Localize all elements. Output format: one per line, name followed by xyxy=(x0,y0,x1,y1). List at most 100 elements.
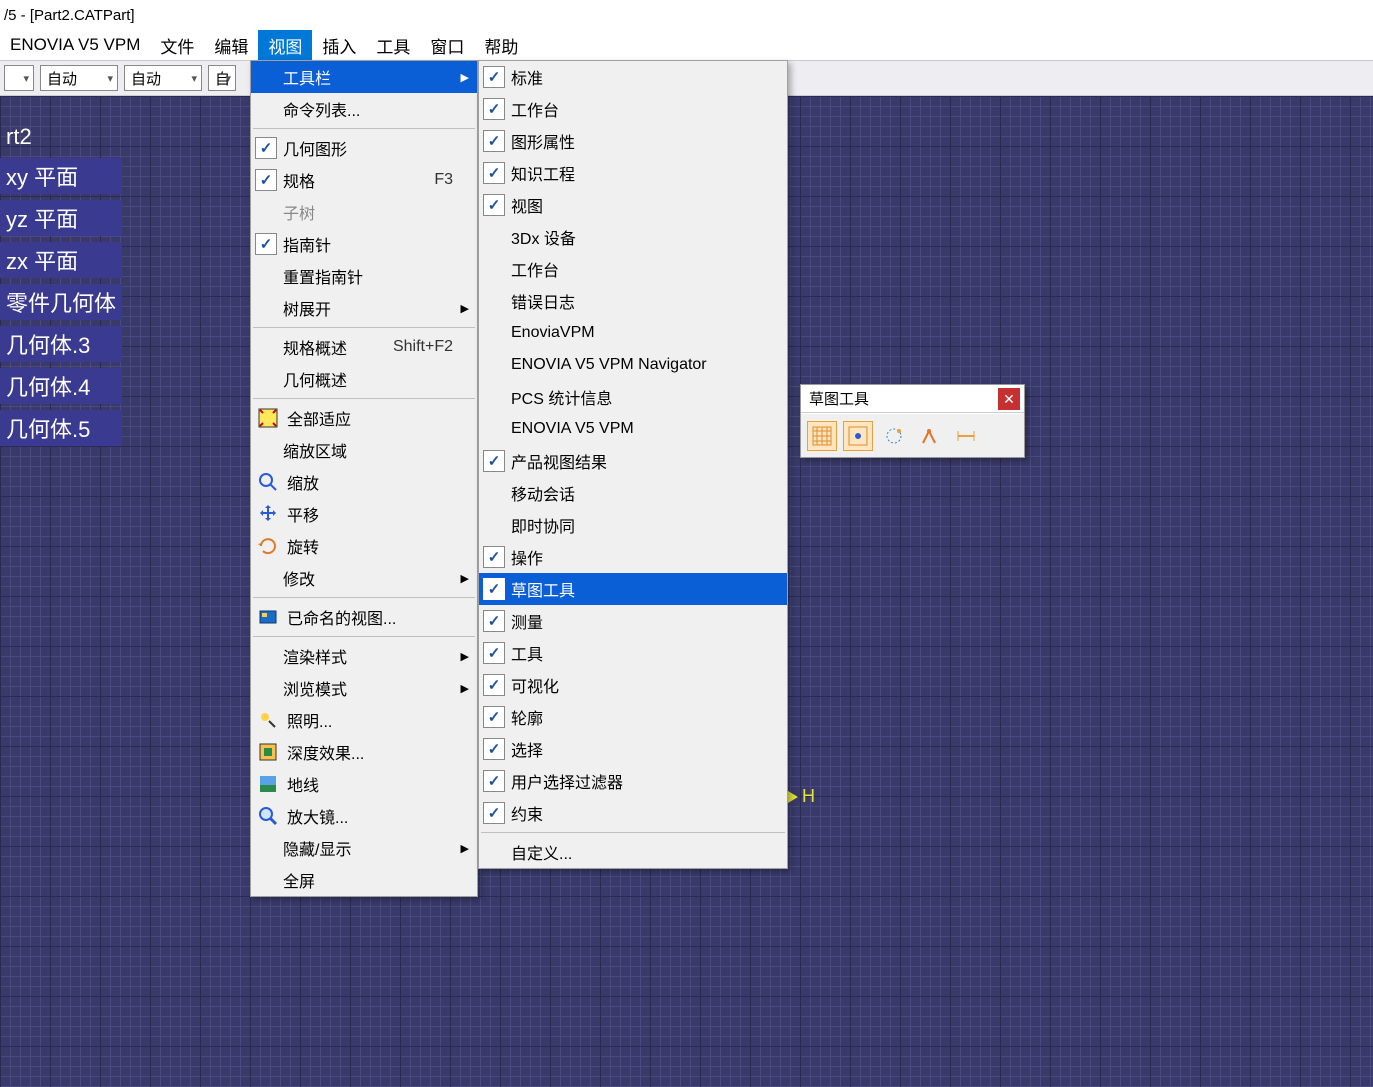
submenu-arrow-icon: ▶ xyxy=(461,682,469,695)
toolbars-menu-item[interactable]: 错误日志 xyxy=(479,285,787,317)
combo-1[interactable]: 自动 xyxy=(40,65,118,91)
view-menu-item[interactable]: 照明... xyxy=(251,704,477,736)
view-menu-item[interactable]: 平移 xyxy=(251,498,477,530)
check-icon: ✓ xyxy=(483,546,505,568)
view-menu-item[interactable]: 隐藏/显示▶ xyxy=(251,832,477,864)
menu-shortcut: Shift+F2 xyxy=(393,338,453,356)
view-menu-item[interactable]: 全屏 xyxy=(251,864,477,896)
view-menu-item[interactable]: 规格概述Shift+F2 xyxy=(251,331,477,363)
constraint-button[interactable] xyxy=(915,421,945,451)
tree-node[interactable]: xy 平面 xyxy=(0,158,122,194)
view-menu-item[interactable]: ✓规格F3 xyxy=(251,164,477,196)
toolbars-menu-item[interactable]: ✓选择 xyxy=(479,733,787,765)
tree-node[interactable]: 零件几何体 xyxy=(0,284,122,320)
tree-node[interactable]: yz 平面 xyxy=(0,200,122,236)
toolbars-menu-item[interactable]: ENOVIA V5 VPM Navigator xyxy=(479,349,787,381)
combo-3[interactable]: 自 xyxy=(208,65,236,91)
view-menu-item[interactable]: 重置指南针 xyxy=(251,260,477,292)
combo-2[interactable]: 自动 xyxy=(124,65,202,91)
menu-帮助[interactable]: 帮助 xyxy=(474,30,528,61)
menu-ENOVIA-V5-VPM[interactable]: ENOVIA V5 VPM xyxy=(0,32,150,58)
view-menu-item[interactable]: 全部适应 xyxy=(251,402,477,434)
toolbars-menu-item[interactable]: ✓约束 xyxy=(479,797,787,829)
toolbars-menu-item[interactable]: ✓工作台 xyxy=(479,93,787,125)
toolbars-menu-item[interactable]: PCS 统计信息 xyxy=(479,381,787,413)
toolbars-menu-item[interactable]: ✓草图工具 xyxy=(479,573,787,605)
view-menu-item[interactable]: 工具栏▶ xyxy=(251,61,477,93)
menu-item-label: 约束 xyxy=(511,801,787,825)
menu-窗口[interactable]: 窗口 xyxy=(420,30,474,61)
tree-node[interactable]: 几何体.4 xyxy=(0,368,122,404)
toolbars-menu-item[interactable]: ✓知识工程 xyxy=(479,157,787,189)
menu-编辑[interactable]: 编辑 xyxy=(204,30,258,61)
toolbars-menu-item[interactable]: 自定义... xyxy=(479,836,787,868)
check-icon: ✓ xyxy=(483,578,505,600)
tree-node[interactable]: 几何体.5 xyxy=(0,410,122,446)
grid-button[interactable] xyxy=(807,421,837,451)
menu-item-label: 可视化 xyxy=(511,673,787,697)
toolbars-menu-item[interactable]: ✓轮廓 xyxy=(479,701,787,733)
view-menu-item[interactable]: ✓指南针 xyxy=(251,228,477,260)
toolbars-menu-item[interactable]: ENOVIA V5 VPM xyxy=(479,413,787,445)
menu-工具[interactable]: 工具 xyxy=(366,30,420,61)
view-menu-item[interactable]: 命令列表... xyxy=(251,93,477,125)
combo-0[interactable] xyxy=(4,65,34,91)
menu-separator xyxy=(253,398,475,399)
menu-item-label: 修改 xyxy=(283,566,477,590)
view-menu-item[interactable]: 放大镜... xyxy=(251,800,477,832)
view-menu-item[interactable]: 缩放区域 xyxy=(251,434,477,466)
menu-item-label: 工具栏 xyxy=(283,65,477,89)
menu-item-label: 几何图形 xyxy=(283,136,477,160)
menu-item-label: 选择 xyxy=(511,737,787,761)
view-menu-item[interactable]: 浏览模式▶ xyxy=(251,672,477,704)
toolbars-menu-item[interactable]: 移动会话 xyxy=(479,477,787,509)
view-menu-item[interactable]: 地线 xyxy=(251,768,477,800)
view-menu-item[interactable]: 树展开▶ xyxy=(251,292,477,324)
view-menu-item[interactable]: 已命名的视图... xyxy=(251,601,477,633)
view-menu-item[interactable]: 几何概述 xyxy=(251,363,477,395)
submenu-arrow-icon: ▶ xyxy=(461,650,469,663)
menu-item-label: EnoviaVPM xyxy=(511,324,787,342)
menu-item-label: 规格概述 xyxy=(283,335,393,359)
toolbars-menu-item[interactable]: EnoviaVPM xyxy=(479,317,787,349)
check-icon: ✓ xyxy=(483,130,505,152)
toolbars-menu-item[interactable]: 工作台 xyxy=(479,253,787,285)
view-menu-item[interactable]: 缩放 xyxy=(251,466,477,498)
menu-item-label: 缩放 xyxy=(287,470,477,494)
tree-node[interactable]: zx 平面 xyxy=(0,242,122,278)
menu-item-label: 照明... xyxy=(287,708,477,732)
toolbars-menu-item[interactable]: ✓标准 xyxy=(479,61,787,93)
toolbars-menu-item[interactable]: ✓产品视图结果 xyxy=(479,445,787,477)
view-menu-item[interactable]: ✓几何图形 xyxy=(251,132,477,164)
tree-node[interactable]: 几何体.3 xyxy=(0,326,122,362)
toolbar-title[interactable]: 草图工具 ✕ xyxy=(801,385,1024,413)
menu-插入[interactable]: 插入 xyxy=(312,30,366,61)
toolbars-menu-item[interactable]: ✓操作 xyxy=(479,541,787,573)
construction-button[interactable] xyxy=(879,421,909,451)
tree-node[interactable]: rt2 xyxy=(0,122,122,152)
toolbars-menu-item[interactable]: 3Dx 设备 xyxy=(479,221,787,253)
view-menu-item[interactable]: 深度效果... xyxy=(251,736,477,768)
view-menu-item[interactable]: 渲染样式▶ xyxy=(251,640,477,672)
toolbars-menu-item[interactable]: ✓视图 xyxy=(479,189,787,221)
menu-视图[interactable]: 视图 xyxy=(258,30,312,61)
toolbars-menu-item[interactable]: ✓图形属性 xyxy=(479,125,787,157)
menu-文件[interactable]: 文件 xyxy=(150,30,204,61)
view-menu-item[interactable]: 修改▶ xyxy=(251,562,477,594)
toolbars-menu-item[interactable]: ✓用户选择过滤器 xyxy=(479,765,787,797)
toolbars-menu-item[interactable]: ✓测量 xyxy=(479,605,787,637)
sketch-tools-toolbar[interactable]: 草图工具 ✕ xyxy=(800,384,1025,458)
toolbars-menu-item[interactable]: ✓工具 xyxy=(479,637,787,669)
menu-item-label: 浏览模式 xyxy=(283,676,477,700)
check-icon: ✓ xyxy=(255,169,277,191)
close-icon[interactable]: ✕ xyxy=(998,388,1020,410)
view-menu-dropdown: 工具栏▶命令列表...✓几何图形✓规格F3子树✓指南针重置指南针树展开▶规格概述… xyxy=(250,60,478,897)
view-menu-item[interactable]: 旋转 xyxy=(251,530,477,562)
toolbars-menu-item[interactable]: ✓可视化 xyxy=(479,669,787,701)
menu-item-label: 自定义... xyxy=(511,840,787,864)
depth-icon xyxy=(255,739,281,765)
snap-button[interactable] xyxy=(843,421,873,451)
dim-button[interactable] xyxy=(951,421,981,451)
toolbars-menu-item[interactable]: 即时协同 xyxy=(479,509,787,541)
menu-item-label: 渲染样式 xyxy=(283,644,477,668)
